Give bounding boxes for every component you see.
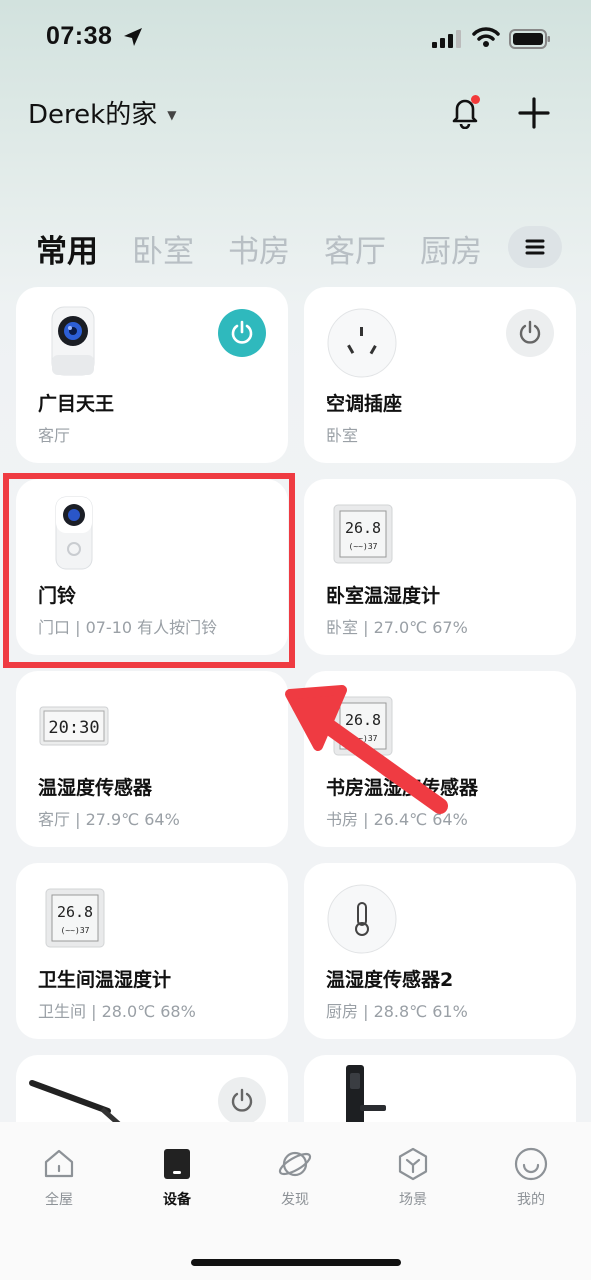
- nav-item-profile[interactable]: 我的: [481, 1146, 581, 1209]
- bottom-nav: 全屋 设备 发现 场景 我的: [0, 1122, 591, 1280]
- home-icon: [44, 1149, 74, 1178]
- home-indicator: [191, 1259, 401, 1266]
- nav-item-devices[interactable]: 设备: [127, 1146, 227, 1209]
- planet-icon: [278, 1151, 312, 1177]
- profile-icon: [514, 1147, 548, 1181]
- nav-item-home[interactable]: 全屋: [9, 1146, 109, 1209]
- scene-icon: [398, 1147, 428, 1181]
- nav-label: 场景: [399, 1192, 427, 1208]
- nav-label: 发现: [281, 1192, 309, 1208]
- device-icon: [164, 1149, 190, 1179]
- nav-label: 全屋: [45, 1192, 73, 1208]
- arrow-annotation: [285, 685, 448, 814]
- nav-item-discover[interactable]: 发现: [245, 1146, 345, 1209]
- nav-label: 我的: [517, 1192, 545, 1208]
- nav-label: 设备: [163, 1192, 191, 1208]
- nav-item-scenes[interactable]: 场景: [363, 1146, 463, 1209]
